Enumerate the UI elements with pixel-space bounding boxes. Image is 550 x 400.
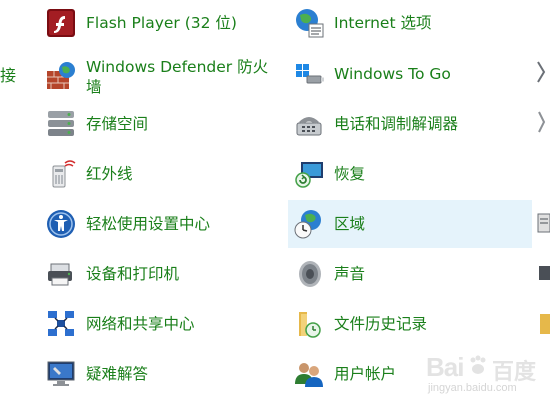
cp-item-windows-to-go[interactable]: Windows To Go xyxy=(288,52,532,96)
cut-off-item-icon-2[interactable] xyxy=(536,106,550,140)
cp-item-label: 电话和调制解调器 xyxy=(334,115,459,133)
cp-item-recovery[interactable]: 恢复 xyxy=(288,152,532,196)
user-accounts-icon xyxy=(292,357,326,391)
storage-spaces-icon xyxy=(44,107,78,141)
ease-of-access-icon xyxy=(44,207,78,241)
cp-item-label: 设备和打印机 xyxy=(86,265,180,283)
paw-icon xyxy=(468,355,488,375)
cp-item-label: 存储空间 xyxy=(86,115,149,133)
cut-off-item-icon-1[interactable] xyxy=(536,56,550,90)
cp-item-devices-and-printers[interactable]: 设备和打印机 xyxy=(40,252,280,296)
troubleshooting-monitor-icon xyxy=(44,357,78,391)
cp-item-internet-options[interactable]: Internet 选项 xyxy=(288,1,532,45)
cp-item-storage-spaces[interactable]: 存储空间 xyxy=(40,102,280,146)
cp-item-infrared[interactable]: 红外线 xyxy=(40,152,280,196)
cp-item-label: 红外线 xyxy=(86,165,133,183)
watermark-brand: Bai xyxy=(426,352,464,382)
cut-off-item-label[interactable]: 接 xyxy=(0,62,16,86)
cp-item-label: Windows Defender 防火墙 xyxy=(86,58,269,96)
windows-usb-drive-icon xyxy=(292,57,326,91)
cp-item-label: 文件历史记录 xyxy=(334,315,428,333)
cut-off-item-icon-3[interactable] xyxy=(536,206,550,240)
watermark-subtitle: jingyan.baidu.com xyxy=(428,382,517,394)
cp-item-label: 网络和共享中心 xyxy=(86,315,195,333)
cp-item-phone-and-modem[interactable]: 电话和调制解调器 xyxy=(288,102,532,146)
region-globe-clock-icon xyxy=(292,207,326,241)
cp-item-windows-defender-firewall[interactable]: Windows Defender 防火墙 xyxy=(40,53,280,101)
cp-item-label: 疑难解答 xyxy=(86,365,149,383)
firewall-brick-globe-icon xyxy=(44,60,78,94)
cp-item-sound[interactable]: 声音 xyxy=(288,252,532,296)
flash-player-icon xyxy=(44,6,78,40)
cp-item-region[interactable]: 区域 xyxy=(288,200,532,248)
recovery-monitor-icon xyxy=(292,157,326,191)
cp-item-ease-of-access[interactable]: 轻松使用设置中心 xyxy=(40,202,280,246)
baidu-watermark: Bai 百度 jingyan.baidu.com xyxy=(422,352,550,398)
printer-icon xyxy=(44,257,78,291)
cp-item-network-and-sharing[interactable]: 网络和共享中心 xyxy=(40,302,280,346)
internet-options-globe-icon xyxy=(292,6,326,40)
infrared-device-icon xyxy=(44,157,78,191)
cp-item-label: 声音 xyxy=(334,265,366,283)
cp-item-label: 轻松使用设置中心 xyxy=(86,215,211,233)
cp-item-label: 区域 xyxy=(334,215,366,233)
cp-item-label: Flash Player (32 位) xyxy=(86,14,237,32)
cp-item-label: Internet 选项 xyxy=(334,14,432,32)
file-history-folder-icon xyxy=(292,307,326,341)
cp-item-label: 恢复 xyxy=(334,165,366,183)
cp-item-label: Windows To Go xyxy=(334,65,451,83)
cut-off-item-icon-4[interactable] xyxy=(536,256,550,290)
cut-off-item-icon-5[interactable] xyxy=(536,306,550,340)
speaker-icon xyxy=(292,257,326,291)
cp-item-flash-player[interactable]: Flash Player (32 位) xyxy=(40,1,280,45)
phone-modem-icon xyxy=(292,107,326,141)
cp-item-file-history[interactable]: 文件历史记录 xyxy=(288,302,532,346)
cp-item-label: 用户帐户 xyxy=(334,365,397,383)
network-icon xyxy=(44,307,78,341)
cp-item-troubleshooting[interactable]: 疑难解答 xyxy=(40,352,280,396)
